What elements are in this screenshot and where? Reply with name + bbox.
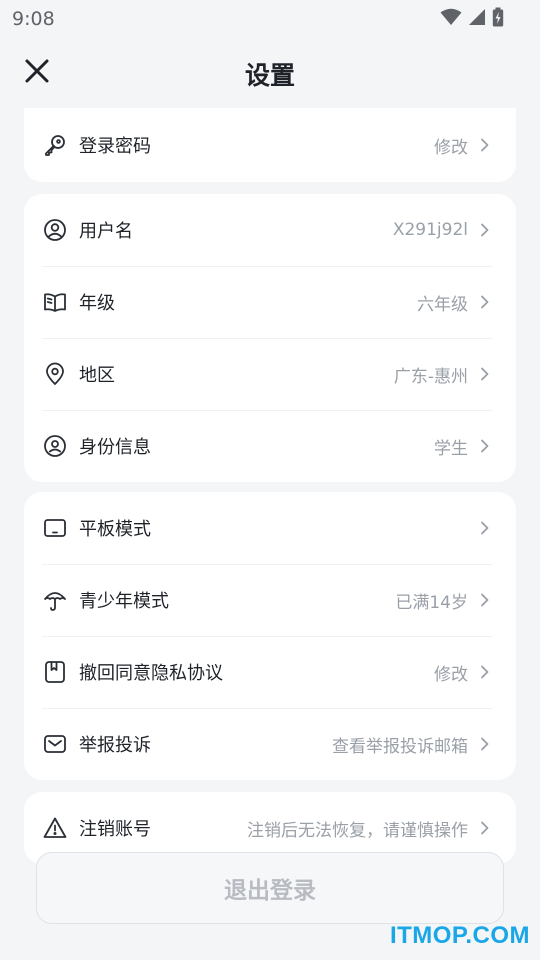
chevron-right-icon <box>481 665 489 679</box>
status-icons <box>440 7 504 27</box>
profile-card: 用户名 X291j92l 年级 六年级 地区 广东-惠州 身份信息 学生 <box>24 194 516 482</box>
row-label: 举报投诉 <box>79 735 151 756</box>
mail-icon <box>42 731 68 757</box>
account-card: 登录密码 修改 <box>24 108 516 182</box>
row-value: 修改 <box>434 137 468 158</box>
status-bar: 9:08 <box>0 0 540 36</box>
chevron-right-icon <box>481 295 489 309</box>
privacy-withdraw-row[interactable]: 撤回同意隐私协议 修改 <box>24 636 516 708</box>
logout-button[interactable]: 退出登录 <box>36 852 504 924</box>
chevron-right-icon <box>481 521 489 535</box>
chevron-right-icon <box>481 138 489 152</box>
row-label: 注销账号 <box>79 819 151 840</box>
status-time: 9:08 <box>12 8 55 30</box>
chevron-right-icon <box>481 593 489 607</box>
row-value: 学生 <box>434 438 468 459</box>
signal-icon <box>469 9 485 25</box>
teen-mode-row[interactable]: 青少年模式 已满14岁 <box>24 564 516 636</box>
key-icon <box>42 132 68 158</box>
row-value: 注销后无法恢复，请谨慎操作 <box>247 820 468 841</box>
chevron-right-icon <box>481 821 489 835</box>
book-icon <box>42 289 68 315</box>
page-title: 设置 <box>244 61 295 90</box>
row-value: 查看举报投诉邮箱 <box>332 736 468 757</box>
settings-screen: 9:08 设置 登录密码 修改 用户名 X291j92l 年级 六年级 地区 广… <box>0 0 540 960</box>
umbrella-icon <box>42 587 68 613</box>
chevron-right-icon <box>481 439 489 453</box>
user-circle-icon <box>42 217 68 243</box>
location-pin-icon <box>42 361 68 387</box>
row-label: 身份信息 <box>79 437 151 458</box>
row-label: 地区 <box>79 365 115 386</box>
chevron-right-icon <box>481 737 489 751</box>
header: 设置 <box>0 36 540 108</box>
wifi-icon <box>440 8 462 25</box>
identity-badge-icon <box>42 433 68 459</box>
row-label: 用户名 <box>79 221 133 242</box>
row-label: 青少年模式 <box>79 591 169 612</box>
chevron-right-icon <box>481 367 489 381</box>
grade-row[interactable]: 年级 六年级 <box>24 266 516 338</box>
row-value: X291j92l <box>392 220 468 240</box>
tablet-icon <box>42 515 68 541</box>
row-label: 年级 <box>79 293 115 314</box>
identity-row[interactable]: 身份信息 学生 <box>24 410 516 482</box>
modes-card: 平板模式 青少年模式 已满14岁 撤回同意隐私协议 修改 举报投诉 查看举报投诉… <box>24 492 516 780</box>
row-value: 广东-惠州 <box>393 366 468 387</box>
row-value: 六年级 <box>417 294 468 315</box>
watermark: ITMOP.COM <box>389 922 530 949</box>
warning-icon <box>42 815 68 841</box>
chevron-right-icon <box>481 223 489 237</box>
row-value: 已满14岁 <box>395 592 468 613</box>
row-label: 登录密码 <box>79 136 151 157</box>
row-value: 修改 <box>434 664 468 685</box>
bookmark-doc-icon <box>42 659 68 685</box>
tablet-mode-row[interactable]: 平板模式 <box>24 492 516 564</box>
report-complaint-row[interactable]: 举报投诉 查看举报投诉邮箱 <box>24 708 516 780</box>
row-label: 撤回同意隐私协议 <box>79 663 223 684</box>
battery-icon <box>492 7 504 27</box>
username-row[interactable]: 用户名 X291j92l <box>24 194 516 266</box>
region-row[interactable]: 地区 广东-惠州 <box>24 338 516 410</box>
login-password-row[interactable]: 登录密码 修改 <box>24 108 516 182</box>
row-label: 平板模式 <box>79 519 151 540</box>
